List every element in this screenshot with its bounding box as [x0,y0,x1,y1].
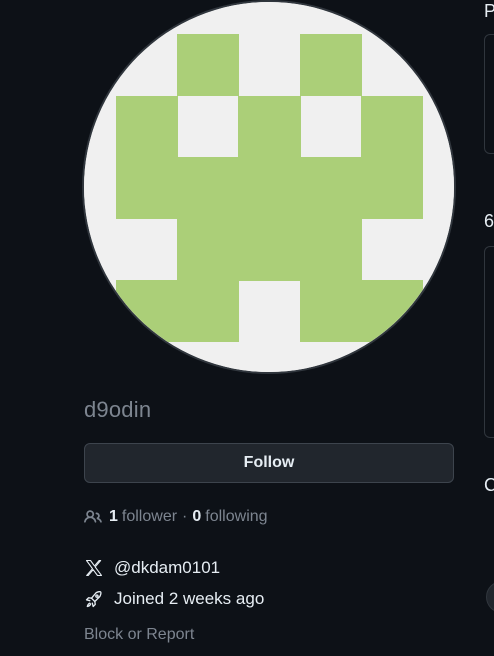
avatar[interactable] [84,2,454,372]
stats-separator: · [182,508,188,525]
block-or-report-link[interactable]: Block or Report [84,624,194,646]
joined-item: Joined 2 weeks ago [84,587,264,611]
right-heading-2: 6 [484,211,494,231]
social-x-item: @dkdam0101 [84,556,220,580]
following-count: 0 [192,508,202,525]
right-heading-1: P [484,1,494,21]
x-handle-link[interactable]: @dkdam0101 [114,558,220,578]
people-icon [84,508,102,526]
profile-page: d9odin Follow 1 follower · 0 following @… [0,0,494,656]
follow-stats: 1 follower · 0 following [84,506,268,528]
followers-link[interactable]: 1 follower [109,508,177,526]
following-link[interactable]: 0 following [192,508,267,526]
identicon-image [84,2,454,372]
joined-text: Joined 2 weeks ago [114,589,265,608]
following-label: following [205,508,268,525]
followers-label: follower [121,508,178,525]
right-heading-3: C [484,475,494,495]
follow-button[interactable]: Follow [84,443,454,483]
right-round-button[interactable] [486,581,494,613]
x-logo-icon [84,558,104,578]
right-card-1[interactable] [484,34,494,154]
right-card-2[interactable] [484,246,494,438]
profile-username: d9odin [84,397,152,422]
rocket-icon [84,589,104,609]
followers-count: 1 [109,508,118,525]
